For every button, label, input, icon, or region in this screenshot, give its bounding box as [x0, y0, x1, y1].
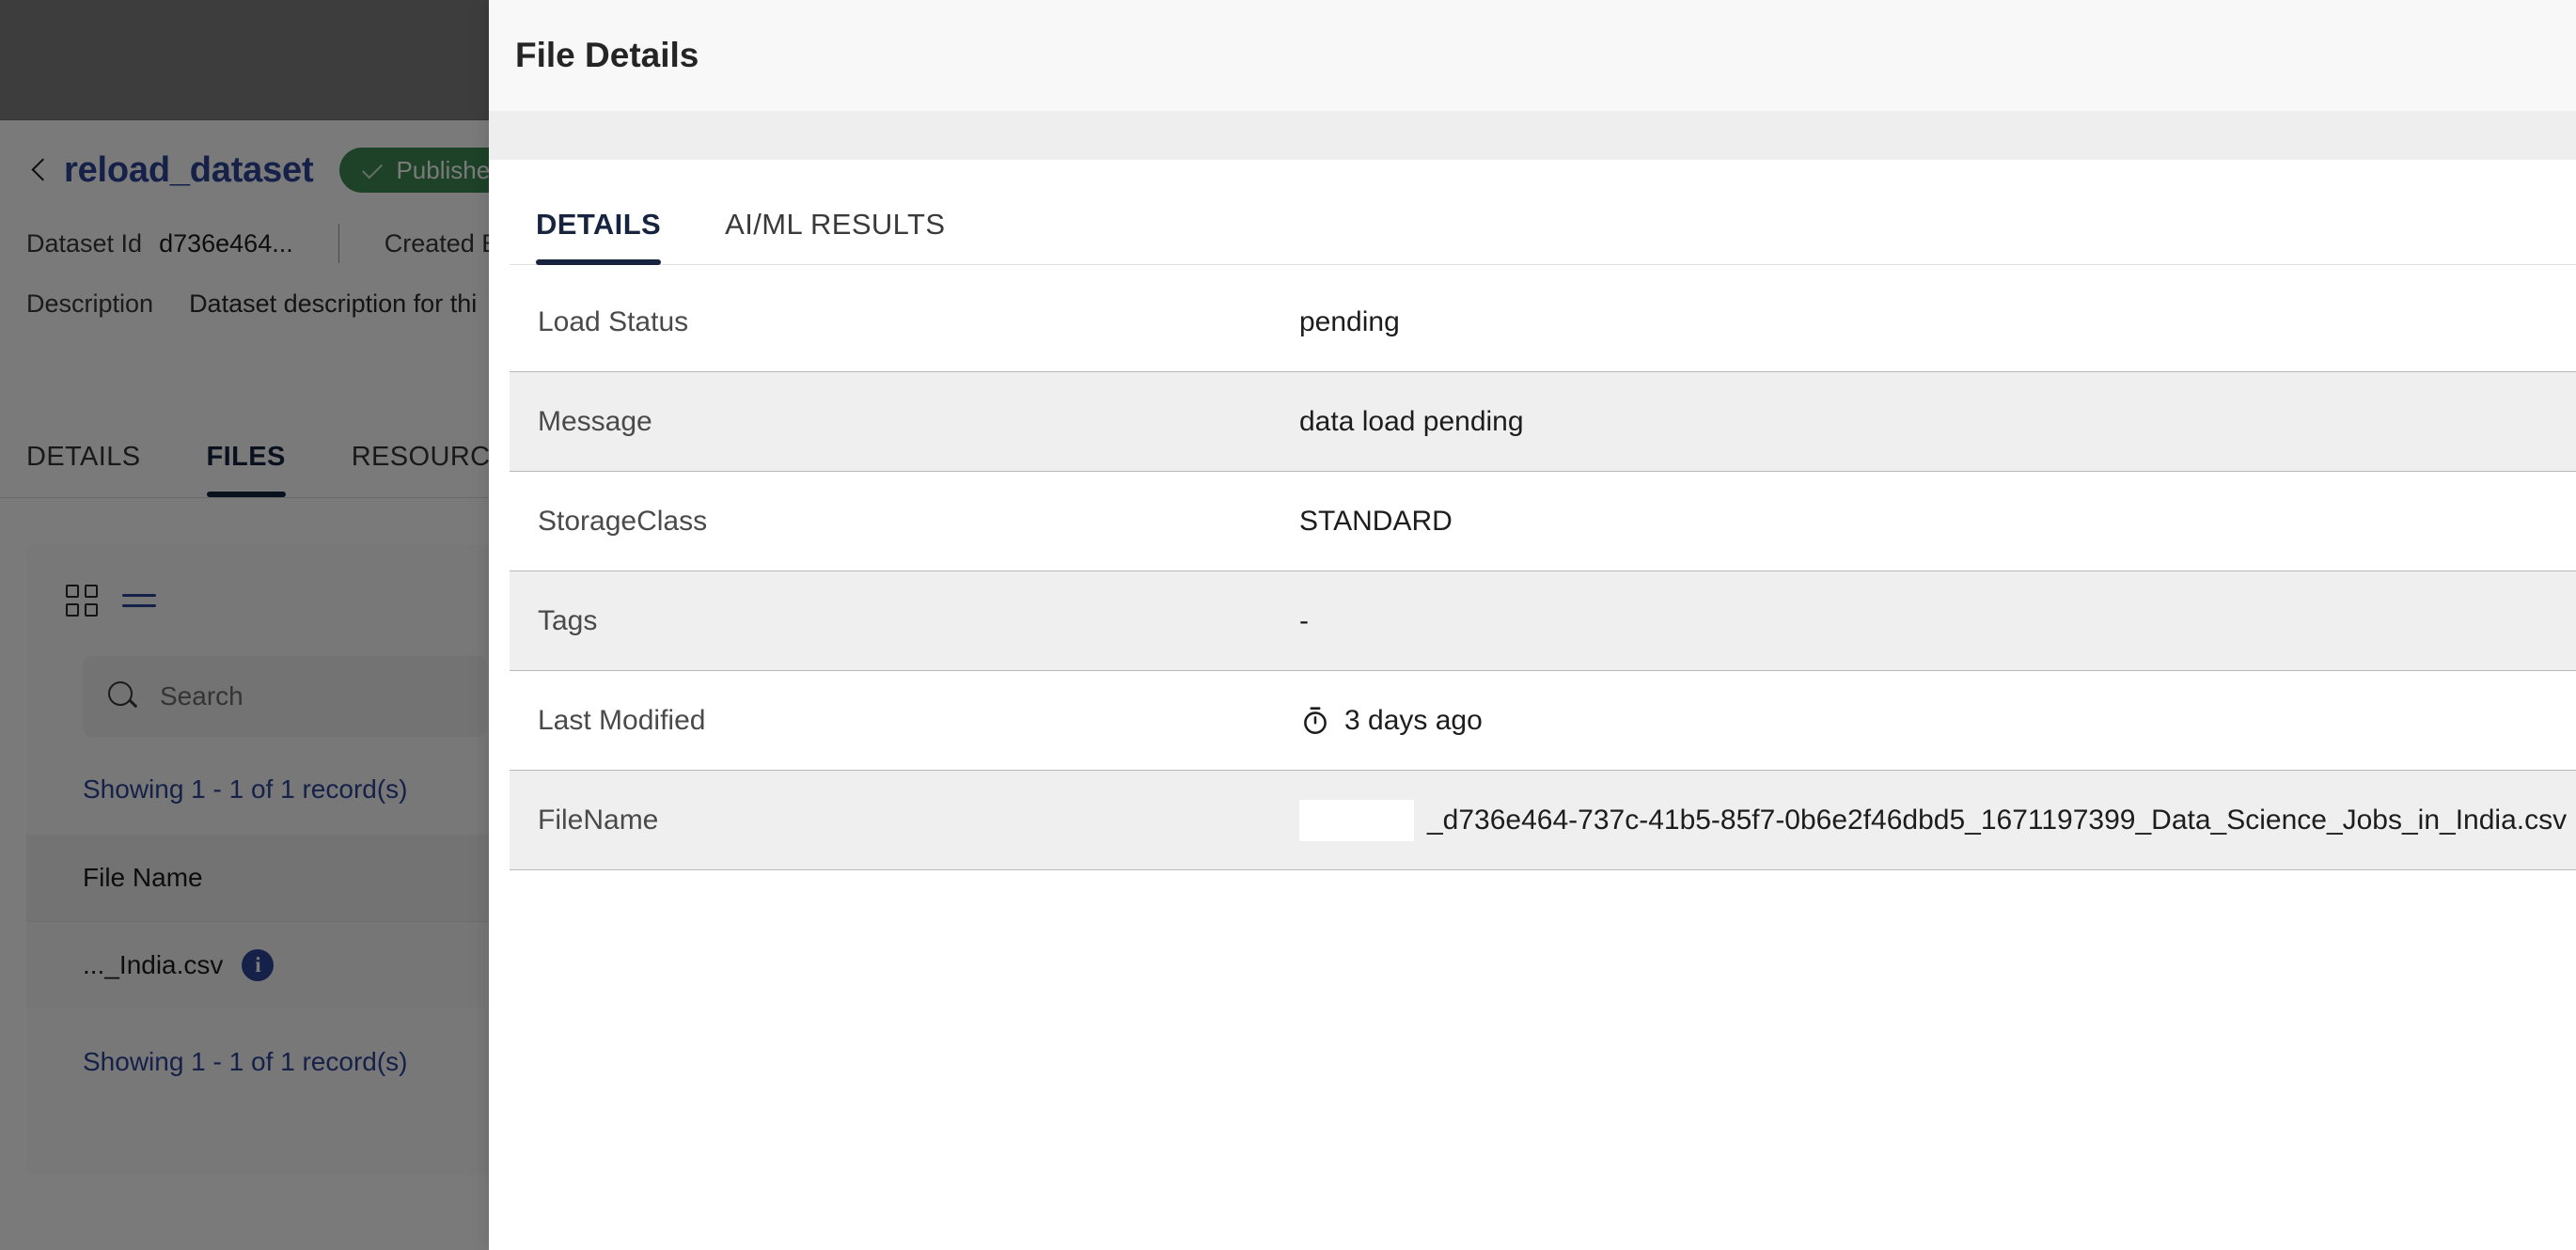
detail-row-message: Message data load pending [510, 372, 2576, 472]
file-details-header: File Details [489, 0, 2576, 111]
detail-label: Load Status [538, 305, 689, 337]
page-title: File Details [515, 36, 699, 74]
detail-row-storage-class: StorageClass STANDARD [510, 472, 2576, 571]
detail-row-tags: Tags - [510, 571, 2576, 671]
header-gap [489, 111, 2576, 160]
tab-details[interactable]: DETAILS [536, 208, 662, 265]
detail-label: FileName [538, 804, 659, 836]
detail-value: _d736e464-737c-41b5-85f7-0b6e2f46dbd5_16… [1427, 804, 2568, 836]
modal-backdrop-overlay[interactable] [0, 0, 489, 1250]
detail-label: Tags [538, 604, 598, 636]
detail-label: Message [538, 405, 652, 437]
detail-row-load-status: Load Status pending [510, 273, 2576, 372]
file-details-card: DETAILS AI/ML RESULTS Load Status pendin… [510, 160, 2576, 1250]
app-root: reload_dataset Published Dataset Id d736… [0, 0, 2576, 1250]
detail-value: - [1299, 604, 1309, 636]
detail-value-wrapper: 3 days ago [1299, 705, 1483, 737]
detail-row-file-name: FileName _d736e464-737c-41b5-85f7-0b6e2f… [510, 771, 2576, 870]
detail-value: 3 days ago [1344, 704, 1483, 736]
detail-row-last-modified: Last Modified 3 days ago [510, 671, 2576, 771]
detail-value: STANDARD [1299, 505, 1453, 537]
timer-icon [1299, 705, 1331, 737]
file-details-tabs: DETAILS AI/ML RESULTS [510, 160, 2576, 265]
detail-value-wrapper: _d736e464-737c-41b5-85f7-0b6e2f46dbd5_16… [1299, 799, 2568, 841]
file-details-panel: File Details DETAILS AI/ML RESULTS Load … [489, 0, 2576, 1250]
detail-value: data load pending [1299, 405, 1524, 437]
detail-label: Last Modified [538, 704, 706, 736]
tab-aiml-results[interactable]: AI/ML RESULTS [725, 208, 945, 264]
modal-backdrop-overlay-top[interactable] [0, 0, 489, 120]
redaction-block [1299, 799, 1414, 841]
detail-value: pending [1299, 305, 1400, 337]
detail-label: StorageClass [538, 505, 708, 537]
detail-rows: Load Status pending Message data load pe… [510, 265, 2576, 870]
